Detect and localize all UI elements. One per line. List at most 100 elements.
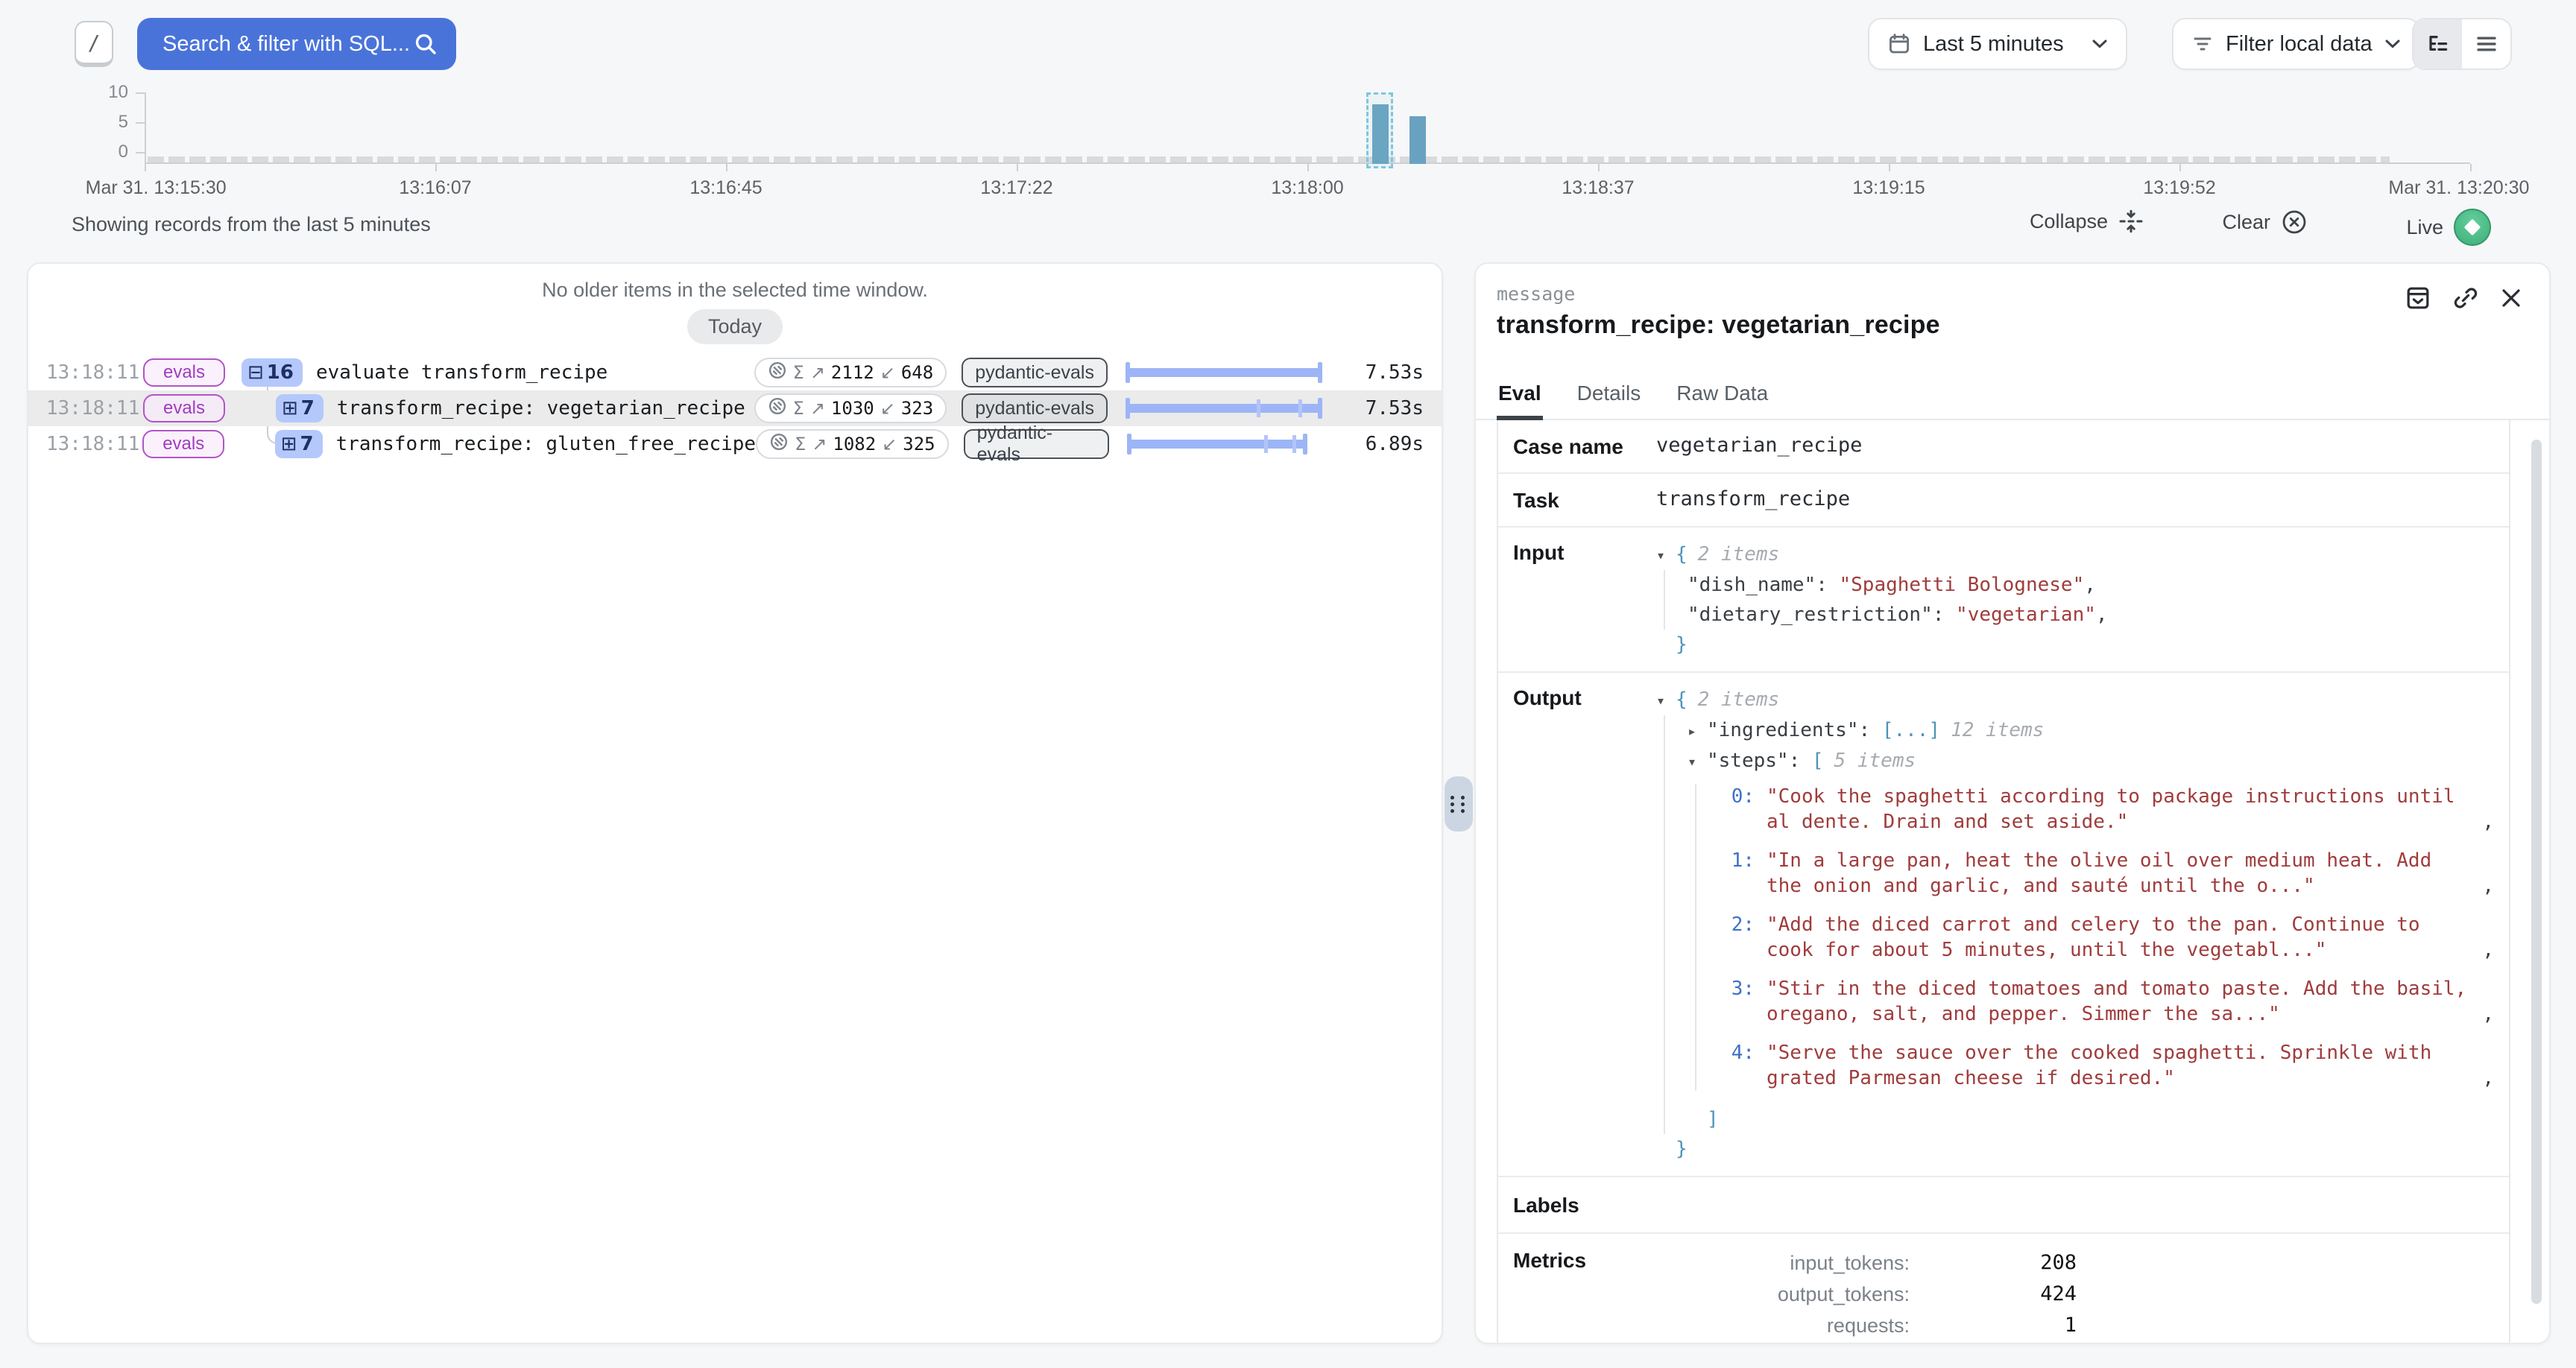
input-tokens-count: 1082	[833, 434, 876, 455]
evals-badge[interactable]: evals	[142, 430, 224, 458]
output-tokens-count: 648	[901, 362, 933, 383]
x-tick-label: 13:18:00	[1271, 177, 1343, 199]
collapsed-array[interactable]: [...]	[1882, 719, 1940, 741]
json-line: ▾{2 items	[1656, 685, 2494, 715]
json-token: ]	[1707, 1108, 1719, 1130]
today-chip[interactable]: Today	[687, 309, 783, 344]
trace-row[interactable]: 13:18:11evals⊟16evaluate transform_recip…	[28, 355, 1442, 390]
input-tokens-arrow-icon: ↗	[810, 398, 825, 419]
input-json-viewer: ▾{2 items "dish_name": "Spaghetti Bologne…	[1656, 539, 2494, 659]
histogram-bar[interactable]	[1409, 116, 1426, 164]
x-tick-label: Mar 31. 13:20:30	[2388, 177, 2529, 199]
live-toggle[interactable]: Live	[2406, 209, 2491, 246]
duration-bar	[1126, 361, 1322, 384]
filter-icon	[2191, 34, 2214, 54]
duration-text: 7.53s	[1331, 361, 1424, 384]
json-token: "dish_name"	[1688, 574, 1816, 596]
output-label: Output	[1513, 685, 1656, 1164]
span-name: transform_recipe: vegetarian_recipe	[337, 397, 745, 419]
collapse-node-icon: ⊟	[247, 361, 264, 384]
json-token: }	[1676, 633, 1688, 656]
json-token: "ingredients"	[1707, 719, 1859, 741]
duration-text: 6.89s	[1332, 433, 1424, 455]
x-tick-mark	[1598, 164, 1600, 171]
live-indicator-icon	[2454, 209, 2491, 246]
project-tag[interactable]: pydantic-evals	[964, 429, 1109, 459]
evals-badge[interactable]: evals	[143, 394, 225, 422]
duration-bar-cap	[1126, 362, 1130, 383]
json-token: 2 items	[1698, 543, 1780, 566]
eval-table: Case name vegetarian_recipe Task transfo…	[1497, 420, 2510, 1344]
copy-link-icon[interactable]	[2452, 285, 2479, 311]
json-token: [	[1812, 750, 1824, 772]
trailing-comma: ,	[2482, 1065, 2494, 1091]
trace-row[interactable]: 13:18:11evals⊞7transform_recipe: gluten_…	[28, 426, 1442, 462]
input-tokens-arrow-icon: ↗	[810, 362, 825, 383]
panel-resize-handle[interactable]	[1445, 776, 1473, 832]
task-label: Task	[1513, 487, 1656, 513]
collapse-toggle-icon[interactable]: ▾	[1688, 747, 1707, 776]
list-view-button[interactable]	[2462, 19, 2510, 69]
tab-details[interactable]: Details	[1576, 373, 1643, 419]
token-coin-icon	[769, 432, 789, 456]
record-timestamp: 13:18:11	[46, 397, 142, 419]
close-icon[interactable]	[2500, 287, 2522, 309]
trace-list-panel: No older items in the selected time wind…	[27, 262, 1443, 1344]
array-index: 2:	[1719, 912, 1755, 963]
project-tag[interactable]: pydantic-evals	[962, 358, 1108, 387]
json-array-item: 3:"Stir in the diced tomatoes and tomato…	[1719, 976, 2494, 1027]
filter-local-data-button[interactable]: Filter local data	[2172, 18, 2420, 70]
token-coin-icon	[768, 396, 787, 420]
project-tag[interactable]: pydantic-evals	[962, 393, 1108, 423]
json-token: "vegetarian"	[1956, 604, 2096, 626]
span-count-pill[interactable]: ⊞7	[276, 394, 323, 422]
duration-bar-line	[1127, 440, 1307, 449]
record-kind-label: message	[1497, 283, 2522, 305]
collapse-toggle-icon[interactable]: ▾	[1656, 685, 1676, 715]
search-button[interactable]: Search & filter with SQL...	[137, 18, 456, 70]
duration-bar-tick	[1264, 435, 1268, 453]
json-token: 2 items	[1698, 688, 1780, 711]
labels-label: Labels	[1513, 1192, 1656, 1217]
collapse-button[interactable]: Collapse	[2030, 209, 2144, 234]
trailing-comma: ,	[2482, 873, 2494, 899]
duration-bar-cap	[1318, 362, 1322, 383]
x-tick-label: 13:19:15	[1852, 177, 1925, 199]
archive-box-icon[interactable]	[2405, 285, 2431, 311]
trace-row[interactable]: 13:18:11evals ⊞7 transform_recipe: vegetar…	[28, 390, 1442, 426]
metrics-label: Metrics	[1513, 1247, 1656, 1341]
json-token: "steps"	[1707, 750, 1789, 772]
time-range-button[interactable]: Last 5 minutes	[1868, 18, 2127, 70]
output-json-viewer: ▾{2 items▸"ingredients": [...]12 items▾"…	[1656, 685, 2494, 1164]
json-token: {	[1676, 688, 1688, 711]
expand-toggle-icon[interactable]: ▸	[1688, 716, 1707, 746]
trailing-comma: ,	[2482, 1001, 2494, 1027]
json-array-item: 4:"Serve the sauce over the cooked spagh…	[1719, 1040, 2494, 1091]
span-count-pill[interactable]: ⊟16	[242, 358, 303, 387]
tab-eval[interactable]: Eval	[1497, 373, 1543, 419]
scrollbar-thumb[interactable]	[2531, 440, 2542, 1304]
list-view-icon	[2475, 34, 2498, 54]
span-count-pill[interactable]: ⊞7	[275, 430, 323, 458]
json-token: {	[1676, 543, 1688, 566]
input-tokens-count: 1030	[831, 398, 874, 419]
histogram-selection	[1366, 92, 1393, 168]
empty-bins-dashes	[148, 156, 2390, 162]
detail-panel: message transform_recipe: vegetarian_rec…	[1474, 262, 2551, 1344]
collapse-toggle-icon[interactable]: ▾	[1656, 540, 1676, 570]
tree-view-button[interactable]	[2414, 19, 2462, 69]
timeline-histogram: 1050 Mar 31. 13:15:3013:16:0713:16:4513:…	[0, 86, 2576, 203]
duration-bar-tick	[1292, 435, 1296, 453]
duration-bar-cap	[1127, 434, 1131, 455]
json-children: "dish_name": "Spaghetti Bolognese","diet…	[1664, 570, 2494, 630]
span-name: transform_recipe: gluten_free_recipe	[336, 433, 757, 455]
chevron-down-icon	[2384, 39, 2401, 49]
evals-badge[interactable]: evals	[143, 358, 225, 387]
input-tokens-arrow-icon: ↗	[812, 434, 827, 455]
json-steps: 0:"Cook the spaghetti according to packa…	[1695, 784, 2494, 1091]
clear-button[interactable]: Clear	[2222, 209, 2308, 235]
duration-bar	[1126, 396, 1322, 420]
x-tick-label: Mar 31. 13:15:30	[86, 177, 227, 199]
tab-raw-data[interactable]: Raw Data	[1675, 373, 1770, 419]
json-token: :	[1789, 750, 1812, 772]
